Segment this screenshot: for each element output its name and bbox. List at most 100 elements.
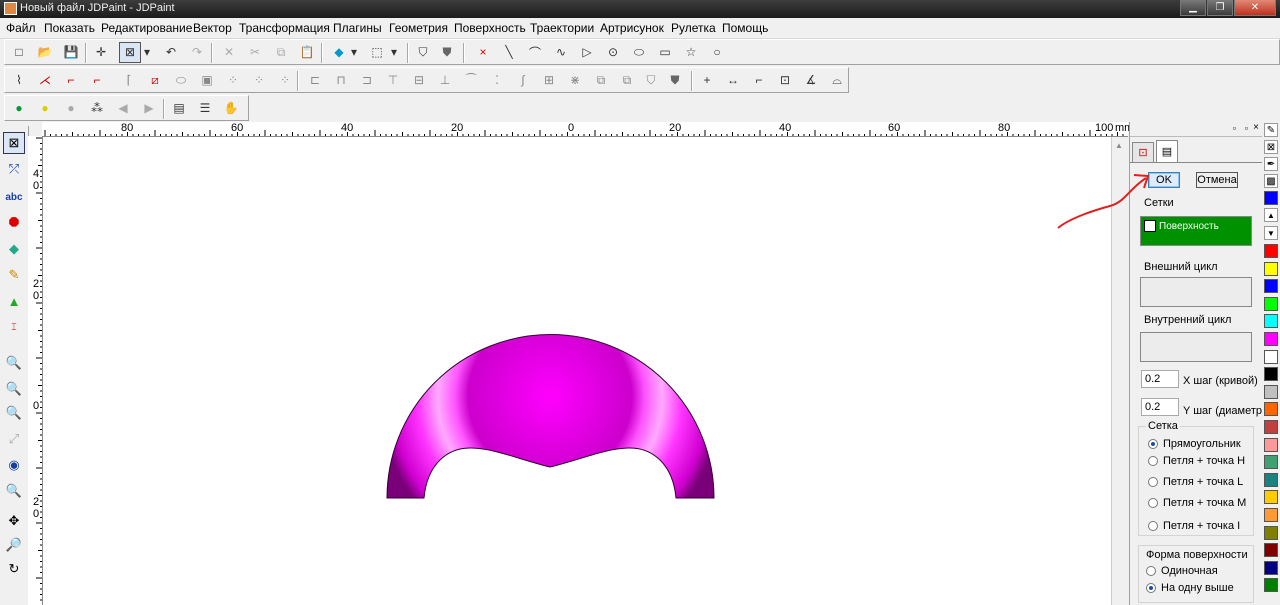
angle-measure-icon[interactable]: ∡ [803, 72, 819, 88]
polyline-icon[interactable]: ▷ [579, 44, 595, 60]
dropdown-arrow-icon[interactable]: ▾ [389, 44, 399, 60]
circle-icon[interactable]: ○ [709, 44, 725, 60]
frame-icon[interactable]: ▣ [199, 72, 215, 88]
arrow-left-icon[interactable]: ◀ [115, 100, 131, 116]
align-center-icon[interactable]: ⊓ [333, 72, 349, 88]
color-swatch[interactable] [1264, 332, 1278, 346]
paste-icon[interactable]: 📋 [299, 44, 315, 60]
light-bulb-gray-icon[interactable]: ● [63, 100, 79, 116]
extend-icon[interactable]: ⧄ [147, 72, 163, 88]
close-button[interactable]: ✕ [1234, 0, 1276, 16]
shield-filled-icon[interactable]: ⛊ [667, 72, 683, 88]
grid-item-surface[interactable]: Поверхность [1159, 221, 1219, 232]
trim-icon[interactable]: ⌈ [121, 72, 137, 88]
color-swatch[interactable] [1264, 279, 1278, 294]
light-bulbs-icon[interactable]: ⁂ [89, 100, 105, 116]
zoom-all-icon[interactable]: 🔍 [3, 480, 25, 502]
node-points-icon[interactable]: ⁚ [489, 72, 505, 88]
corner-icon[interactable]: ⌐ [63, 72, 79, 88]
radio-one-higher[interactable] [1146, 583, 1156, 593]
color-swatch[interactable] [1264, 455, 1278, 470]
zoom-in-icon[interactable]: 🔍 [3, 402, 25, 424]
angle-icon[interactable]: ⋌ [37, 72, 53, 88]
new-file-icon[interactable]: □ [11, 44, 27, 60]
restore-button[interactable]: ❐ [1207, 0, 1233, 16]
menu-toolpaths[interactable]: Траектории [530, 21, 594, 35]
circle-dot-icon[interactable]: ⊙ [605, 44, 621, 60]
color-swatch[interactable] [1264, 578, 1278, 593]
color-swatch[interactable] [1264, 560, 1278, 575]
menu-edit[interactable]: Редактирование [101, 21, 192, 35]
color-swatch[interactable] [1264, 244, 1278, 258]
vector-edit-icon[interactable]: ⌇ [11, 72, 27, 88]
tab-mesh[interactable]: ⊡ [1132, 142, 1154, 162]
lines-icon[interactable]: ☰ [197, 100, 213, 116]
undo-icon[interactable]: ↶ [163, 44, 179, 60]
measure-icon[interactable]: ↔ [725, 72, 741, 88]
panel-close-icon[interactable]: × [1253, 122, 1259, 133]
pan-icon[interactable]: ✥ [3, 510, 25, 532]
outer-cycle-listbox[interactable] [1140, 277, 1252, 307]
color-swatch[interactable] [1264, 261, 1278, 276]
radio-loop-i[interactable] [1148, 521, 1158, 531]
color-swatch[interactable] [1264, 508, 1278, 522]
ellipse-icon[interactable]: ⬭ [631, 44, 647, 60]
crosshair-icon[interactable]: ✛ [93, 44, 109, 60]
3d-view-icon[interactable]: ◆ [331, 44, 347, 60]
menu-surface[interactable]: Поверхность [454, 21, 526, 35]
rotate-icon[interactable]: ↻ [3, 558, 25, 580]
menu-ruler[interactable]: Рулетка [671, 21, 716, 35]
inner-cycle-listbox[interactable] [1140, 332, 1252, 362]
radio-loop-l[interactable] [1148, 477, 1158, 487]
color-swatch[interactable] [1264, 543, 1278, 558]
copy-icon[interactable]: ⧉ [273, 44, 289, 60]
align-left-icon[interactable]: ⊏ [307, 72, 323, 88]
arrow-right-icon[interactable]: ▶ [141, 100, 157, 116]
eye-icon[interactable]: ◉ [3, 454, 25, 476]
rectangle-icon[interactable]: ▭ [657, 44, 673, 60]
color-swatch[interactable] [1264, 349, 1278, 364]
light-bulb-green-icon[interactable]: ● [11, 100, 27, 116]
panel-float-icon[interactable]: ▫ [1233, 123, 1236, 133]
color-swatch[interactable] [1264, 420, 1278, 434]
node-curve-icon[interactable]: ⁀ [463, 72, 479, 88]
color-swatch[interactable] [1264, 296, 1278, 311]
menu-vector[interactable]: Вектор [193, 21, 232, 35]
save-icon[interactable]: 💾 [63, 44, 79, 60]
y-step-input[interactable]: 0.2 [1141, 398, 1179, 416]
open-folder-icon[interactable]: 📂 [37, 44, 53, 60]
color-swatch[interactable] [1264, 472, 1278, 487]
ungroup-icon[interactable]: ⁘ [277, 72, 293, 88]
shield-icon[interactable]: ⛉ [643, 72, 659, 88]
align-middle-icon[interactable]: ⊟ [411, 72, 427, 88]
redo-icon[interactable]: ↷ [189, 44, 205, 60]
shield-filled-icon[interactable]: ⛊ [439, 44, 455, 60]
layers-icon[interactable]: ▤ [171, 100, 187, 116]
scroll-down-icon[interactable]: ▼ [1264, 226, 1278, 240]
merge-icon[interactable]: ⧉ [593, 72, 609, 88]
radio-loop-h[interactable] [1148, 456, 1158, 466]
no-color-icon[interactable]: ⊠ [1264, 140, 1278, 154]
array-icon[interactable]: ⁘ [225, 72, 241, 88]
radio-loop-m[interactable] [1148, 498, 1158, 508]
color-swatch[interactable] [1264, 437, 1278, 452]
text-tool-icon[interactable]: abc [3, 186, 25, 208]
paint-tool-icon[interactable]: ✎ [3, 264, 25, 286]
group-icon[interactable]: ⁘ [251, 72, 267, 88]
select-tool-icon[interactable]: ⊠ [3, 132, 25, 154]
color-swatch[interactable] [1264, 490, 1278, 505]
shield-icon[interactable]: ⛉ [415, 44, 431, 60]
align-bottom-icon[interactable]: ⊥ [437, 72, 453, 88]
dropdown-arrow-icon[interactable]: ▾ [142, 44, 152, 60]
fill-tool-icon[interactable]: ◆ [3, 238, 25, 260]
color-swatch[interactable] [1264, 525, 1278, 540]
color-swatch[interactable] [1264, 384, 1278, 399]
offset-icon[interactable]: ⬭ [173, 72, 189, 88]
step-icon[interactable]: ⌐ [751, 72, 767, 88]
panel-pin-icon[interactable]: ▫ [1245, 123, 1248, 133]
color-swatch[interactable] [1264, 314, 1278, 329]
cut-icon[interactable]: ✂ [247, 44, 263, 60]
menu-file[interactable]: Файл [6, 21, 36, 35]
plus-icon[interactable]: + [699, 72, 715, 88]
align-right-icon[interactable]: ⊐ [359, 72, 375, 88]
